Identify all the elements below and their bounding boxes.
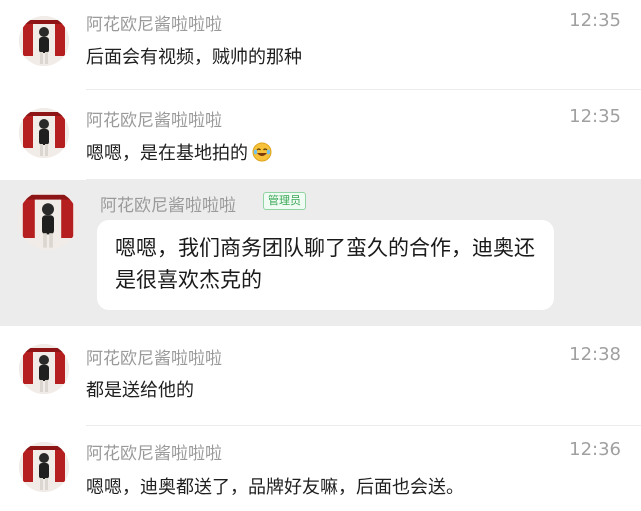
sender-name: 阿花欧尼酱啦啦啦 — [86, 444, 222, 464]
sender-name: 阿花欧尼酱啦啦啦 — [86, 349, 222, 369]
avatar[interactable] — [19, 442, 69, 492]
message-text: 都是送给他的 — [86, 380, 194, 401]
message-time: 12:36 — [569, 439, 621, 460]
laughing-tears-emoji-icon — [252, 142, 272, 167]
message-row[interactable]: 阿花欧尼酱啦啦啦 12:35 后面会有视频，贼帅的那种 — [0, 0, 641, 90]
message-text-content: 嗯嗯，是在基地拍的 — [86, 143, 248, 164]
avatar[interactable] — [18, 190, 78, 250]
message-text: 后面会有视频，贼帅的那种 — [86, 47, 302, 68]
chat-message-list: 阿花欧尼酱啦啦啦 12:35 后面会有视频，贼帅的那种 阿花欧尼酱啦啦啦 12:… — [0, 0, 641, 511]
message-row[interactable]: 阿花欧尼酱啦啦啦 12:38 都是送给他的 — [0, 326, 641, 426]
sender-name: 阿花欧尼酱啦啦啦 — [100, 196, 236, 216]
message-bubble[interactable]: 嗯嗯，我们商务团队聊了蛮久的合作，迪奥还是很喜欢杰克的 — [97, 220, 554, 310]
message-time: 12:35 — [569, 10, 621, 31]
message-time: 12:38 — [569, 344, 621, 365]
admin-badge: 管理员 — [263, 192, 306, 210]
message-time: 12:35 — [569, 106, 621, 127]
message-text: 嗯嗯，迪奥都送了，品牌好友嘛，后面也会送。 — [86, 477, 464, 498]
message-row[interactable]: 阿花欧尼酱啦啦啦 12:35 嗯嗯，是在基地拍的 — [0, 90, 641, 180]
message-row[interactable]: 阿花欧尼酱啦啦啦 12:36 嗯嗯，迪奥都送了，品牌好友嘛，后面也会送。 — [0, 426, 641, 511]
message-text: 嗯嗯，我们商务团队聊了蛮久的合作，迪奥还是很喜欢杰克的 — [115, 236, 535, 292]
avatar[interactable] — [19, 108, 69, 158]
sender-name: 阿花欧尼酱啦啦啦 — [86, 15, 222, 35]
avatar[interactable] — [19, 16, 69, 66]
pinned-admin-message[interactable]: 阿花欧尼酱啦啦啦 管理员 嗯嗯，我们商务团队聊了蛮久的合作，迪奥还是很喜欢杰克的 — [0, 180, 641, 326]
message-text: 嗯嗯，是在基地拍的 — [86, 139, 272, 167]
avatar[interactable] — [19, 344, 69, 394]
sender-name: 阿花欧尼酱啦啦啦 — [86, 111, 222, 131]
